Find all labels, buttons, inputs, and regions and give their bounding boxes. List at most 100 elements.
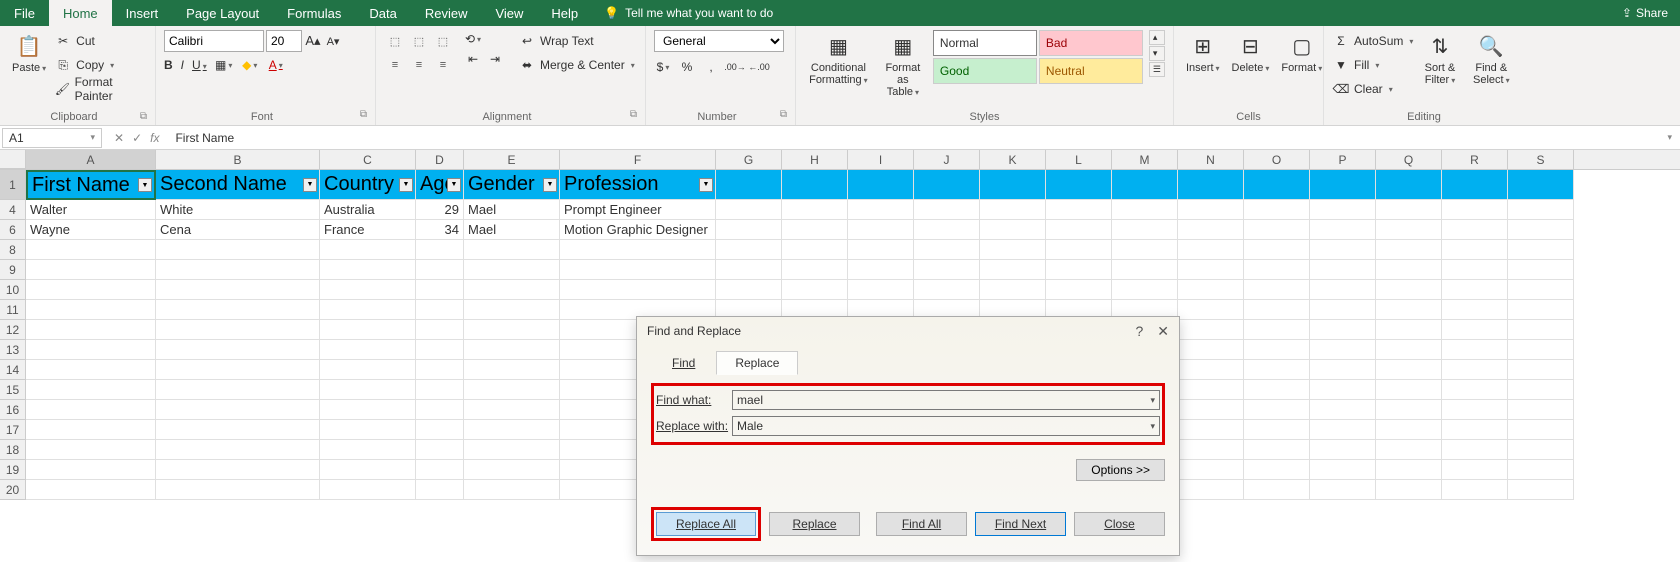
dialog-titlebar[interactable]: Find and Replace ? ✕ bbox=[637, 317, 1179, 345]
cell-S13[interactable] bbox=[1508, 340, 1574, 360]
cell-S18[interactable] bbox=[1508, 440, 1574, 460]
cell-E9[interactable] bbox=[464, 260, 560, 280]
underline-button[interactable]: U bbox=[192, 58, 207, 72]
cell-D13[interactable] bbox=[416, 340, 464, 360]
cell-F10[interactable] bbox=[560, 280, 716, 300]
style-gallery-expand[interactable]: ☰ bbox=[1149, 62, 1165, 77]
style-good[interactable]: Good bbox=[933, 58, 1037, 84]
cell-S16[interactable] bbox=[1508, 400, 1574, 420]
col-header-G[interactable]: G bbox=[716, 150, 782, 169]
row-header-8[interactable]: 8 bbox=[0, 240, 26, 260]
cell-K9[interactable] bbox=[980, 260, 1046, 280]
filter-button-F[interactable]: ▼ bbox=[699, 178, 713, 192]
cell-I9[interactable] bbox=[848, 260, 914, 280]
row-header-12[interactable]: 12 bbox=[0, 320, 26, 340]
col-header-J[interactable]: J bbox=[914, 150, 980, 169]
cell-M8[interactable] bbox=[1112, 240, 1178, 260]
cell-F8[interactable] bbox=[560, 240, 716, 260]
increase-font-icon[interactable]: A▴ bbox=[304, 32, 322, 50]
cell-S19[interactable] bbox=[1508, 460, 1574, 480]
cell-S8[interactable] bbox=[1508, 240, 1574, 260]
cell-D19[interactable] bbox=[416, 460, 464, 480]
cell-G8[interactable] bbox=[716, 240, 782, 260]
cancel-formula-icon[interactable]: ✕ bbox=[114, 131, 124, 145]
row-header-13[interactable]: 13 bbox=[0, 340, 26, 360]
col-header-N[interactable]: N bbox=[1178, 150, 1244, 169]
cell-B1[interactable]: Second Name▼ bbox=[156, 170, 320, 200]
cell-A13[interactable] bbox=[26, 340, 156, 360]
cell-J10[interactable] bbox=[914, 280, 980, 300]
percent-button[interactable]: % bbox=[678, 58, 696, 76]
cell-O13[interactable] bbox=[1244, 340, 1310, 360]
cell-H1[interactable] bbox=[782, 170, 848, 200]
cell-B16[interactable] bbox=[156, 400, 320, 420]
cell-R8[interactable] bbox=[1442, 240, 1508, 260]
cell-K4[interactable] bbox=[980, 200, 1046, 220]
col-header-S[interactable]: S bbox=[1508, 150, 1574, 169]
cell-D8[interactable] bbox=[416, 240, 464, 260]
cell-N6[interactable] bbox=[1178, 220, 1244, 240]
cell-M6[interactable] bbox=[1112, 220, 1178, 240]
cell-S17[interactable] bbox=[1508, 420, 1574, 440]
cell-A14[interactable] bbox=[26, 360, 156, 380]
replace-all-button[interactable]: Replace All bbox=[656, 512, 756, 536]
cell-O19[interactable] bbox=[1244, 460, 1310, 480]
cell-Q9[interactable] bbox=[1376, 260, 1442, 280]
cell-N10[interactable] bbox=[1178, 280, 1244, 300]
cell-A16[interactable] bbox=[26, 400, 156, 420]
indent-decrease-button[interactable]: ⇤ bbox=[464, 50, 482, 68]
cell-P9[interactable] bbox=[1310, 260, 1376, 280]
cell-R14[interactable] bbox=[1442, 360, 1508, 380]
cell-A1[interactable]: First Name▼ bbox=[26, 170, 156, 200]
cell-B10[interactable] bbox=[156, 280, 320, 300]
cell-A9[interactable] bbox=[26, 260, 156, 280]
format-cells-button[interactable]: ▢Format bbox=[1277, 30, 1326, 76]
cell-R6[interactable] bbox=[1442, 220, 1508, 240]
cell-F4[interactable]: Prompt Engineer bbox=[560, 200, 716, 220]
cell-D6[interactable]: 34 bbox=[416, 220, 464, 240]
cell-K6[interactable] bbox=[980, 220, 1046, 240]
row-header-10[interactable]: 10 bbox=[0, 280, 26, 300]
orientation-button[interactable]: ⟲ bbox=[464, 30, 482, 48]
comma-button[interactable]: , bbox=[702, 58, 720, 76]
cell-Q18[interactable] bbox=[1376, 440, 1442, 460]
col-header-A[interactable]: A bbox=[26, 150, 156, 169]
cell-P17[interactable] bbox=[1310, 420, 1376, 440]
cell-D9[interactable] bbox=[416, 260, 464, 280]
cell-P19[interactable] bbox=[1310, 460, 1376, 480]
clear-button[interactable]: ⌫Clear bbox=[1332, 78, 1413, 100]
col-header-L[interactable]: L bbox=[1046, 150, 1112, 169]
cell-R11[interactable] bbox=[1442, 300, 1508, 320]
cell-P4[interactable] bbox=[1310, 200, 1376, 220]
format-painter-button[interactable]: 🖌Format Painter bbox=[54, 78, 147, 100]
cell-Q19[interactable] bbox=[1376, 460, 1442, 480]
formula-expand-icon[interactable]: ▾ bbox=[1659, 132, 1680, 143]
cell-N13[interactable] bbox=[1178, 340, 1244, 360]
col-header-K[interactable]: K bbox=[980, 150, 1046, 169]
cell-O8[interactable] bbox=[1244, 240, 1310, 260]
cell-B6[interactable]: Cena bbox=[156, 220, 320, 240]
replace-button[interactable]: Replace bbox=[769, 512, 860, 536]
cell-C8[interactable] bbox=[320, 240, 416, 260]
cell-G4[interactable] bbox=[716, 200, 782, 220]
cell-A17[interactable] bbox=[26, 420, 156, 440]
cell-E1[interactable]: Gender▼ bbox=[464, 170, 560, 200]
cell-P15[interactable] bbox=[1310, 380, 1376, 400]
cell-O12[interactable] bbox=[1244, 320, 1310, 340]
cell-H10[interactable] bbox=[782, 280, 848, 300]
name-box[interactable]: A1▾ bbox=[2, 128, 102, 148]
find-select-button[interactable]: 🔍Find & Select bbox=[1467, 30, 1516, 88]
cell-L4[interactable] bbox=[1046, 200, 1112, 220]
cell-D17[interactable] bbox=[416, 420, 464, 440]
cell-M4[interactable] bbox=[1112, 200, 1178, 220]
cell-E19[interactable] bbox=[464, 460, 560, 480]
row-header-6[interactable]: 6 bbox=[0, 220, 26, 240]
cell-O1[interactable] bbox=[1244, 170, 1310, 200]
cell-C15[interactable] bbox=[320, 380, 416, 400]
cell-D15[interactable] bbox=[416, 380, 464, 400]
cell-K8[interactable] bbox=[980, 240, 1046, 260]
row-header-15[interactable]: 15 bbox=[0, 380, 26, 400]
cell-N8[interactable] bbox=[1178, 240, 1244, 260]
cell-E10[interactable] bbox=[464, 280, 560, 300]
row-header-18[interactable]: 18 bbox=[0, 440, 26, 460]
